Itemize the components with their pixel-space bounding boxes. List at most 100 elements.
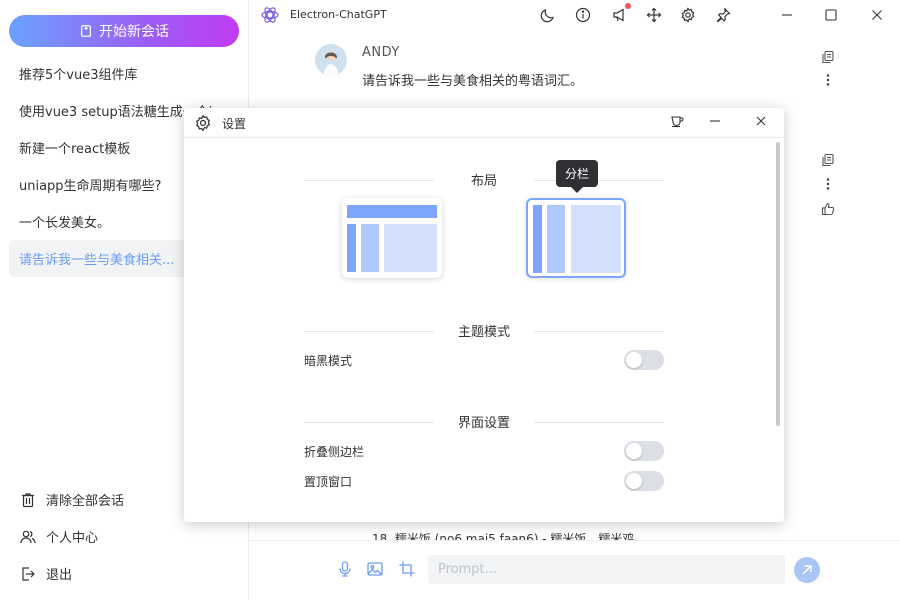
- layout-nav-block: [347, 224, 356, 272]
- pin-icon: [716, 8, 731, 23]
- close-icon: [756, 116, 766, 126]
- settings-coffee-button[interactable]: [670, 114, 686, 130]
- input-bar: [250, 540, 900, 600]
- conversation-item[interactable]: 推荐5个vue3组件库: [9, 55, 241, 92]
- app-title: Electron-ChatGPT: [290, 8, 387, 21]
- coffee-cup-icon: [671, 116, 684, 128]
- microphone-icon: [339, 561, 351, 577]
- layout-option-columns[interactable]: [526, 198, 626, 278]
- image-icon: [367, 562, 383, 576]
- conversation-label: 新建一个react模板: [19, 142, 131, 157]
- logout-label: 退出: [46, 568, 73, 583]
- logout-button[interactable]: 退出: [20, 555, 240, 592]
- prompt-input[interactable]: [428, 555, 785, 584]
- collapse-sidebar-label: 折叠侧边栏: [304, 445, 365, 459]
- crop-button[interactable]: [398, 560, 418, 580]
- notification-button[interactable]: [611, 3, 631, 24]
- theme-section-label: 主题模式: [457, 325, 510, 340]
- ui-section-title: 界面设置: [304, 412, 664, 431]
- clear-all-label: 清除全部会话: [46, 494, 125, 509]
- avatar-image: [315, 44, 347, 76]
- conversation-label: 推荐5个vue3组件库: [19, 68, 138, 83]
- copy-icon: [822, 153, 834, 167]
- new-chat-label: 开始新会话: [99, 24, 169, 40]
- copy-icon: [822, 50, 834, 64]
- image-button[interactable]: [366, 560, 386, 580]
- layout-nav-block: [533, 205, 542, 273]
- pin-window-label: 置顶窗口: [304, 475, 353, 489]
- settings-dialog: 设置 布局 分栏 主题模式 暗黑模式 界面设置 折叠侧边栏 置顶窗口: [184, 108, 784, 522]
- close-button[interactable]: [868, 6, 886, 24]
- chatgpt-logo-icon: [261, 7, 279, 23]
- trash-icon: [22, 492, 34, 507]
- gear-icon: [681, 7, 695, 23]
- settings-minimize-button[interactable]: [708, 114, 724, 130]
- settings-dialog-header: 设置: [184, 108, 784, 138]
- copy-button[interactable]: [821, 50, 835, 64]
- title-bar: Electron-ChatGPT: [250, 0, 900, 30]
- minimize-icon: [710, 120, 720, 122]
- send-arrow-icon: [802, 565, 812, 575]
- crop-icon: [399, 561, 415, 577]
- notification-dot: [625, 3, 631, 9]
- thumbs-up-icon: [821, 202, 835, 216]
- dark-mode-label: 暗黑模式: [304, 354, 353, 368]
- message-text: 请告诉我一些与美食相关的粤语词汇。: [362, 74, 584, 89]
- tooltip-text: 分栏: [564, 167, 589, 181]
- minimize-icon: [782, 14, 792, 16]
- layout-header-block: [347, 205, 437, 218]
- move-icon: [646, 7, 662, 23]
- ui-section-label: 界面设置: [457, 416, 510, 431]
- toggle-knob: [626, 473, 642, 489]
- settings-button[interactable]: [679, 6, 697, 24]
- new-chat-button[interactable]: 开始新会话: [9, 15, 239, 47]
- more-button[interactable]: [821, 177, 835, 191]
- minimize-button[interactable]: [778, 6, 796, 24]
- toggle-knob: [626, 352, 642, 368]
- megaphone-icon: [613, 8, 624, 22]
- layout-content-block: [571, 205, 621, 273]
- layout-content-block: [384, 224, 437, 272]
- more-vertical-icon: [826, 178, 830, 190]
- profile-button[interactable]: 个人中心: [20, 518, 240, 555]
- layout-tooltip: 分栏: [556, 160, 598, 193]
- layout-section-title: 布局: [304, 170, 664, 189]
- layout-section-label: 布局: [470, 174, 497, 189]
- more-button[interactable]: [821, 73, 835, 87]
- move-button[interactable]: [645, 6, 663, 24]
- new-chat-icon: [81, 25, 91, 37]
- logout-icon: [22, 566, 35, 581]
- collapse-sidebar-toggle[interactable]: [624, 441, 664, 461]
- layout-list-block: [361, 224, 379, 272]
- theme-section-title: 主题模式: [304, 321, 664, 340]
- settings-title: 设置: [222, 117, 247, 131]
- copy-button[interactable]: [821, 153, 835, 167]
- settings-scrollbar[interactable]: [776, 142, 780, 426]
- maximize-button[interactable]: [822, 6, 840, 24]
- toggle-knob: [626, 443, 642, 459]
- pin-button[interactable]: [714, 6, 732, 24]
- dark-mode-toggle[interactable]: [624, 350, 664, 370]
- maximize-icon: [825, 9, 837, 21]
- message-author: ANDY: [362, 45, 400, 60]
- pin-window-toggle[interactable]: [624, 471, 664, 491]
- gear-icon: [195, 114, 211, 132]
- settings-close-button[interactable]: [754, 114, 770, 130]
- conversation-label: 请告诉我一些与美食相关...: [19, 253, 175, 268]
- conversation-label: 一个长发美女。: [19, 216, 111, 231]
- profile-label: 个人中心: [46, 531, 99, 546]
- send-button[interactable]: [794, 557, 820, 583]
- voice-button[interactable]: [336, 560, 356, 580]
- like-button[interactable]: [821, 202, 835, 216]
- more-vertical-icon: [826, 74, 830, 86]
- info-button[interactable]: [574, 6, 592, 24]
- layout-list-block: [547, 205, 565, 273]
- dark-mode-button[interactable]: [539, 6, 557, 24]
- close-icon: [872, 10, 882, 20]
- users-icon: [20, 530, 36, 543]
- info-icon: [575, 7, 591, 23]
- conversation-label: uniapp生命周期有哪些?: [19, 179, 162, 194]
- user-avatar: [315, 44, 347, 76]
- layout-option-classic[interactable]: [342, 198, 442, 278]
- moon-icon: [540, 9, 554, 23]
